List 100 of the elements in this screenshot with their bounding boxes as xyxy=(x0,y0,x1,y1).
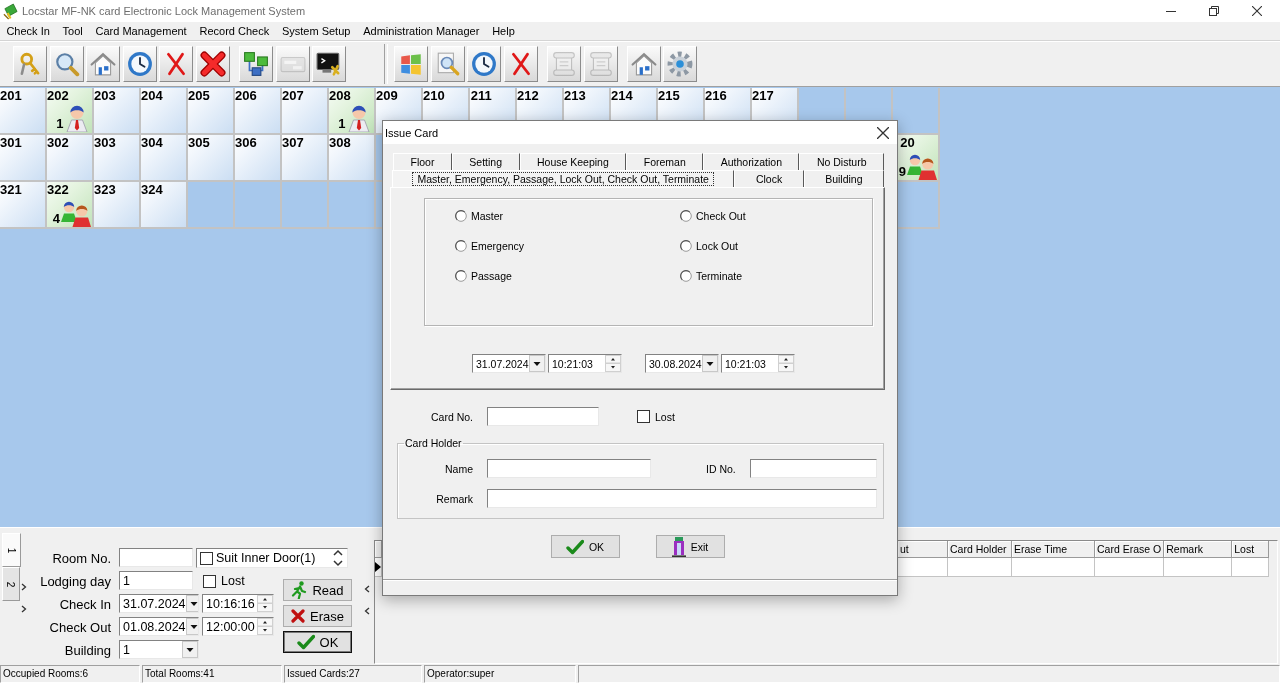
room-tile[interactable]: 323 xyxy=(94,182,141,229)
tab[interactable]: Clock xyxy=(734,170,804,187)
menu-item[interactable]: Tool xyxy=(56,22,90,40)
menu-item[interactable]: Help xyxy=(485,22,522,40)
room-tile[interactable]: 205 xyxy=(188,88,235,135)
id-number-field[interactable] xyxy=(750,459,877,478)
spin-arrows-icon[interactable] xyxy=(778,355,794,372)
room-number: 205 xyxy=(188,88,210,103)
menu-item[interactable]: Check In xyxy=(0,22,57,40)
chevron-right-icon[interactable] xyxy=(21,583,27,591)
room-tile[interactable]: 203 xyxy=(94,88,141,135)
room-number: 324 xyxy=(141,182,163,197)
spin-arrows-icon[interactable] xyxy=(257,595,273,612)
date-field[interactable]: 31.07.2024 xyxy=(119,594,199,613)
radio-button[interactable] xyxy=(455,210,467,222)
time-field[interactable]: 10:21:03 xyxy=(548,354,622,373)
room-number-field[interactable] xyxy=(119,548,193,567)
radio-button[interactable] xyxy=(455,270,467,282)
toolbar-button[interactable] xyxy=(195,45,230,82)
column-header[interactable]: Card Erase O xyxy=(1095,541,1165,558)
column-header[interactable]: Erase Time xyxy=(1012,541,1095,558)
room-tile[interactable]: 301 xyxy=(0,135,47,182)
room-tile[interactable]: 321 xyxy=(0,182,47,229)
exit-button[interactable]: Exit xyxy=(655,535,725,558)
card-number-field[interactable] xyxy=(487,407,599,426)
room-tile[interactable]: 206 xyxy=(235,88,282,135)
name-field[interactable] xyxy=(487,459,651,478)
room-tile[interactable]: 204 xyxy=(141,88,188,135)
date-field[interactable]: 31.07.2024 xyxy=(472,354,546,373)
room-tile[interactable]: 308 xyxy=(329,135,376,182)
tab[interactable]: Foreman xyxy=(626,153,704,170)
tab[interactable]: No Disturb xyxy=(799,153,884,170)
date-field[interactable]: 01.08.2024 xyxy=(119,617,199,636)
spin-arrows-icon[interactable] xyxy=(605,355,621,372)
close-icon[interactable] xyxy=(1252,6,1262,16)
menu-item[interactable]: Administration Manager xyxy=(356,22,486,40)
room-tile[interactable]: 306 xyxy=(235,135,282,182)
tab[interactable]: Authorization xyxy=(703,153,800,170)
column-header[interactable]: Lost xyxy=(1232,541,1270,558)
room-tile[interactable]: 304 xyxy=(141,135,188,182)
room-tile[interactable]: 303 xyxy=(94,135,141,182)
menu-item[interactable]: Record Check xyxy=(193,22,276,40)
minimize-icon[interactable] xyxy=(1166,10,1176,12)
caret-down-icon[interactable] xyxy=(182,641,198,658)
building-dropdown[interactable]: 1 xyxy=(119,640,199,659)
room-tile[interactable]: 307 xyxy=(282,135,329,182)
date-field[interactable]: 30.08.2024 xyxy=(645,354,719,373)
restore-icon[interactable] xyxy=(1209,6,1219,16)
column-header[interactable]: Card Holder xyxy=(948,541,1012,558)
side-tab[interactable]: 2 xyxy=(2,567,20,601)
caret-down-icon[interactable] xyxy=(185,618,198,635)
chevron-left-icon[interactable] xyxy=(364,585,370,593)
room-tile[interactable]: 208 1 xyxy=(329,88,376,135)
radio-button[interactable] xyxy=(680,240,692,252)
tab[interactable]: Master, Emergency, Passage, Lock Out, Check Out, Terminate xyxy=(392,170,735,187)
side-tab[interactable]: 1 xyxy=(2,533,21,567)
time-field[interactable]: 12:00:00 xyxy=(202,617,274,636)
toolbar-button[interactable] xyxy=(312,45,347,82)
chevron-left-icon[interactable] xyxy=(364,607,370,615)
chevron-right-icon[interactable] xyxy=(21,605,27,613)
room-tile[interactable]: 322 4 xyxy=(47,182,94,229)
tab[interactable]: Floor xyxy=(393,153,452,170)
room-tile[interactable]: 305 xyxy=(188,135,235,182)
radio-button[interactable] xyxy=(455,240,467,252)
table-cell xyxy=(1164,558,1233,577)
erase-button[interactable]: Erase xyxy=(283,605,352,627)
remark-field[interactable] xyxy=(487,489,877,508)
time-field[interactable]: 10:21:03 xyxy=(721,354,795,373)
scroll-arrows-icon[interactable] xyxy=(332,549,344,567)
spin-arrows-icon[interactable] xyxy=(257,618,273,635)
toolbar-button[interactable] xyxy=(238,45,273,82)
tab[interactable]: Building xyxy=(803,170,884,187)
radio-button[interactable] xyxy=(680,270,692,282)
time-field[interactable]: 10:16:16 xyxy=(202,594,274,613)
ok-button[interactable]: OK xyxy=(283,631,352,653)
radio-button[interactable] xyxy=(680,210,692,222)
read-button[interactable]: Read xyxy=(283,579,352,601)
checkbox[interactable] xyxy=(637,410,650,423)
door-list[interactable]: Suit Inner Door(1) xyxy=(196,548,348,568)
ok-button[interactable]: OK xyxy=(550,535,620,558)
close-icon[interactable] xyxy=(877,126,889,139)
menu-item[interactable]: Card Management xyxy=(89,22,194,40)
column-header[interactable]: Remark xyxy=(1164,541,1233,558)
checkbox[interactable] xyxy=(203,574,216,588)
caret-down-icon[interactable] xyxy=(529,355,545,372)
tab[interactable]: House Keeping xyxy=(519,153,627,170)
room-tile[interactable]: 302 xyxy=(47,135,94,182)
room-tile[interactable]: 207 xyxy=(282,88,329,135)
lodging-day-field[interactable]: 1 xyxy=(119,571,193,590)
room-tile[interactable]: 202 1 xyxy=(47,88,94,135)
room-tile[interactable]: 201 xyxy=(0,88,47,135)
column-header[interactable]: ut xyxy=(898,541,948,558)
caret-down-icon[interactable] xyxy=(185,595,198,612)
room-tile[interactable]: 324 xyxy=(141,182,188,229)
tab[interactable]: Setting xyxy=(451,153,520,170)
room-number: 307 xyxy=(282,135,304,150)
caret-down-icon[interactable] xyxy=(702,355,718,372)
checkbox[interactable] xyxy=(200,551,213,565)
field-label: Name xyxy=(444,462,473,475)
menu-item[interactable]: System Setup xyxy=(275,22,357,40)
